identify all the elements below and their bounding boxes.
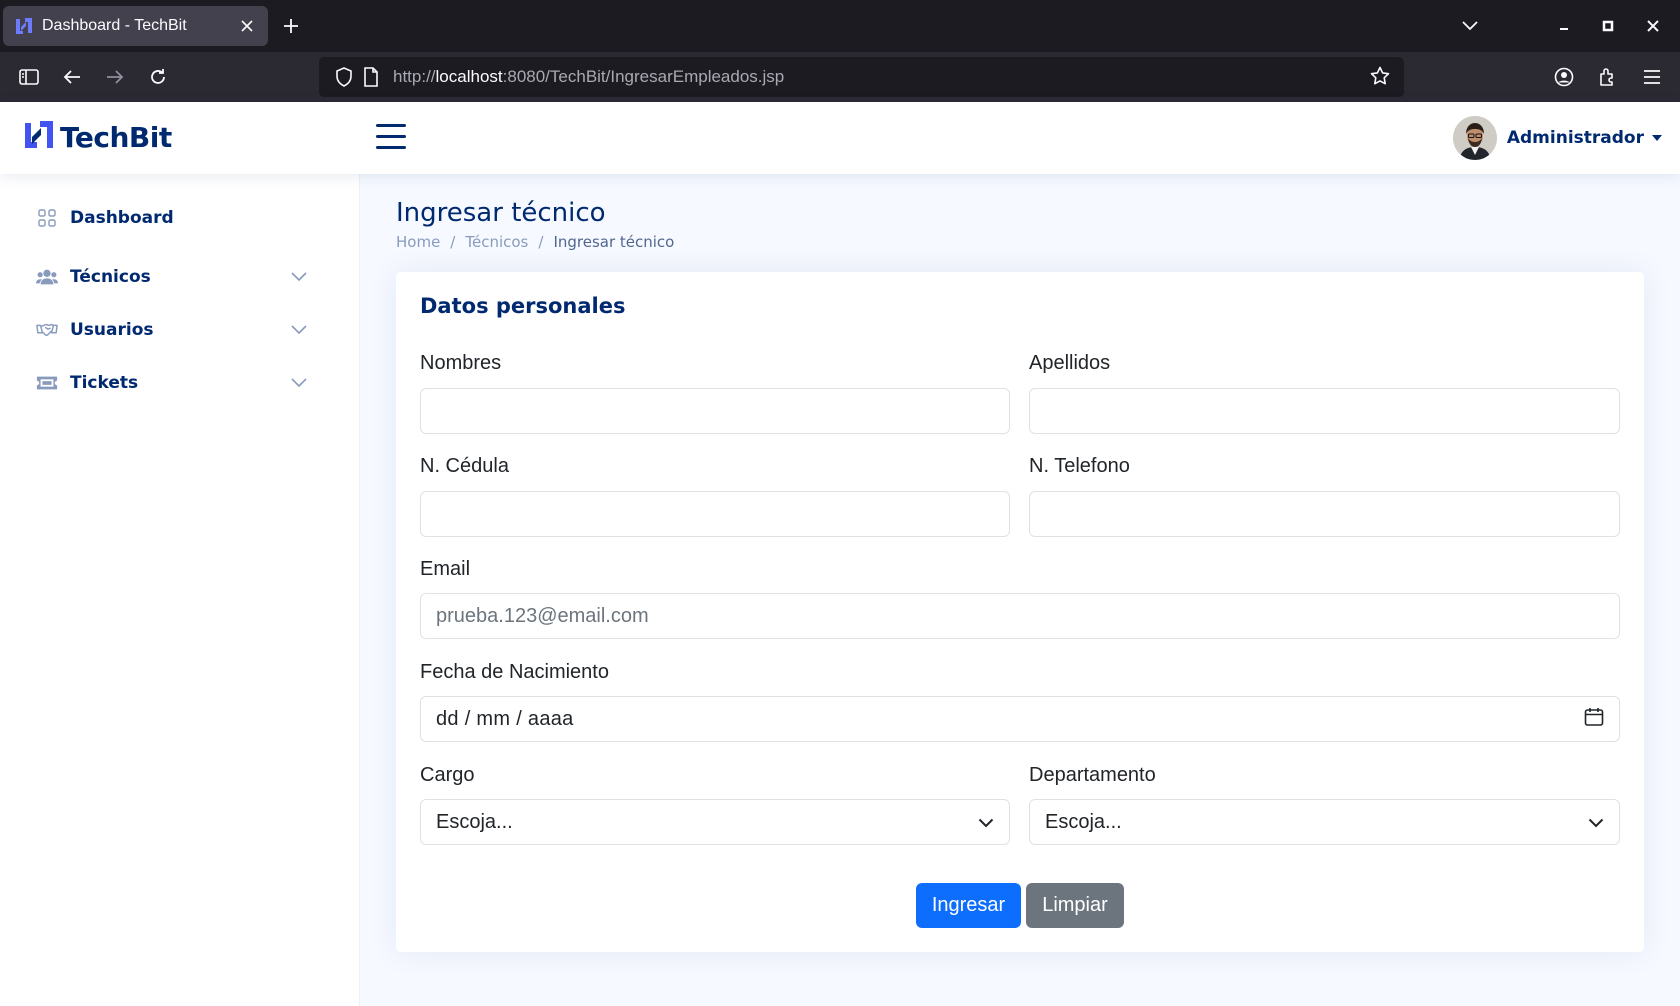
sidebar-item-label: Usuarios <box>70 320 154 340</box>
email-field[interactable] <box>420 593 1620 639</box>
sidebar: Dashboard Técnicos Usuarios Tickets <box>0 174 360 1006</box>
limpiar-button[interactable]: Limpiar <box>1026 883 1124 928</box>
handshake-icon <box>36 319 58 341</box>
caret-down-icon <box>1652 135 1662 141</box>
cargo-select[interactable]: Escoja... <box>420 799 1010 845</box>
browser-nav-bar: http://localhost:8080/TechBit/IngresarEm… <box>0 52 1680 102</box>
close-window-icon[interactable] <box>1641 14 1665 38</box>
extensions-icon[interactable] <box>1595 64 1621 90</box>
calendar-icon[interactable] <box>1584 707 1604 731</box>
tab-title: Dashboard - TechBit <box>42 17 187 34</box>
ticket-icon <box>36 372 58 394</box>
breadcrumb-separator: / <box>538 233 544 251</box>
new-tab-icon[interactable] <box>278 13 304 39</box>
telefono-input[interactable] <box>1029 491 1620 537</box>
fecha-label: Fecha de Nacimiento <box>420 661 609 683</box>
url-host: localhost <box>435 67 503 86</box>
forward-arrow-icon <box>102 64 128 90</box>
cedula-input[interactable] <box>420 491 1010 537</box>
techbit-logo-icon <box>24 120 54 154</box>
sidebar-item-dashboard[interactable]: Dashboard <box>20 196 325 240</box>
section-title: Datos personales <box>420 294 626 318</box>
back-arrow-icon[interactable] <box>59 64 85 90</box>
apellidos-label: Apellidos <box>1029 352 1111 374</box>
telefono-label: N. Telefono <box>1029 455 1130 477</box>
departamento-selected: Escoja... <box>1045 810 1122 833</box>
people-icon <box>36 266 58 288</box>
departamento-label: Departamento <box>1029 764 1156 786</box>
profile-dropdown[interactable]: Administrador <box>1452 116 1662 160</box>
url-text[interactable]: http://localhost:8080/TechBit/IngresarEm… <box>393 67 784 87</box>
apellidos-input[interactable] <box>1029 388 1620 434</box>
tab-list-chevron-icon[interactable] <box>1458 14 1482 38</box>
sidebar-item-usuarios[interactable]: Usuarios <box>20 308 325 352</box>
page-title: Ingresar técnico <box>396 198 606 228</box>
birthdate-input[interactable]: dd / mm / aaaa <box>420 696 1620 742</box>
chevron-down-icon <box>289 267 309 287</box>
sidebar-toggle-icon[interactable] <box>16 64 42 90</box>
sidebar-item-label: Tickets <box>70 373 139 393</box>
browser-tab-bar: Dashboard - TechBit <box>0 0 1680 52</box>
nombres-label: Nombres <box>420 352 502 374</box>
brand-name: TechBit <box>60 120 172 154</box>
breadcrumb: Home / Técnicos / Ingresar técnico <box>396 233 674 251</box>
chevron-down-icon <box>289 373 309 393</box>
grid-icon <box>36 207 58 229</box>
sidebar-item-tickets[interactable]: Tickets <box>20 361 325 405</box>
departamento-select[interactable]: Escoja... <box>1029 799 1620 845</box>
sidebar-item-tecnicos[interactable]: Técnicos <box>20 255 325 299</box>
chevron-down-icon <box>1588 813 1604 832</box>
avatar <box>1452 116 1497 160</box>
account-icon[interactable] <box>1551 64 1577 90</box>
app-menu-icon[interactable] <box>1639 64 1665 90</box>
breadcrumb-separator: / <box>450 233 456 251</box>
user-name: Administrador <box>1506 128 1644 148</box>
chevron-down-icon <box>978 813 994 832</box>
nombres-input[interactable] <box>420 388 1010 434</box>
url-bar[interactable]: http://localhost:8080/TechBit/IngresarEm… <box>319 57 1404 97</box>
brand-logo[interactable]: TechBit <box>24 120 172 154</box>
menu-toggle-icon[interactable] <box>376 124 406 150</box>
form-card: Datos personales Nombres Apellidos N. Cé… <box>396 272 1644 952</box>
tab-close-icon[interactable] <box>238 17 256 35</box>
cargo-label: Cargo <box>420 764 475 786</box>
shield-icon[interactable] <box>335 67 353 91</box>
breadcrumb-home[interactable]: Home <box>396 233 440 251</box>
sidebar-item-label: Dashboard <box>70 208 174 228</box>
bookmark-star-icon[interactable] <box>1370 66 1390 90</box>
minimize-icon[interactable] <box>1552 14 1576 38</box>
ingresar-button[interactable]: Ingresar <box>916 883 1021 928</box>
maximize-icon[interactable] <box>1596 14 1620 38</box>
email-label: Email <box>420 558 471 580</box>
breadcrumb-current: Ingresar técnico <box>553 233 675 251</box>
url-scheme: http:// <box>393 67 436 86</box>
cargo-selected: Escoja... <box>436 810 513 833</box>
chevron-down-icon <box>289 320 309 340</box>
page-icon[interactable] <box>363 67 379 91</box>
app-header: TechBit Administrador <box>0 102 1680 174</box>
date-placeholder: dd / mm / aaaa <box>436 707 574 730</box>
browser-tab[interactable]: Dashboard - TechBit <box>3 6 268 46</box>
sidebar-item-label: Técnicos <box>70 267 151 287</box>
techbit-favicon-icon <box>15 17 33 35</box>
cedula-label: N. Cédula <box>420 455 509 477</box>
breadcrumb-tecnicos[interactable]: Técnicos <box>465 233 528 251</box>
url-path: :8080/TechBit/IngresarEmpleados.jsp <box>502 67 785 86</box>
reload-icon[interactable] <box>145 64 171 90</box>
